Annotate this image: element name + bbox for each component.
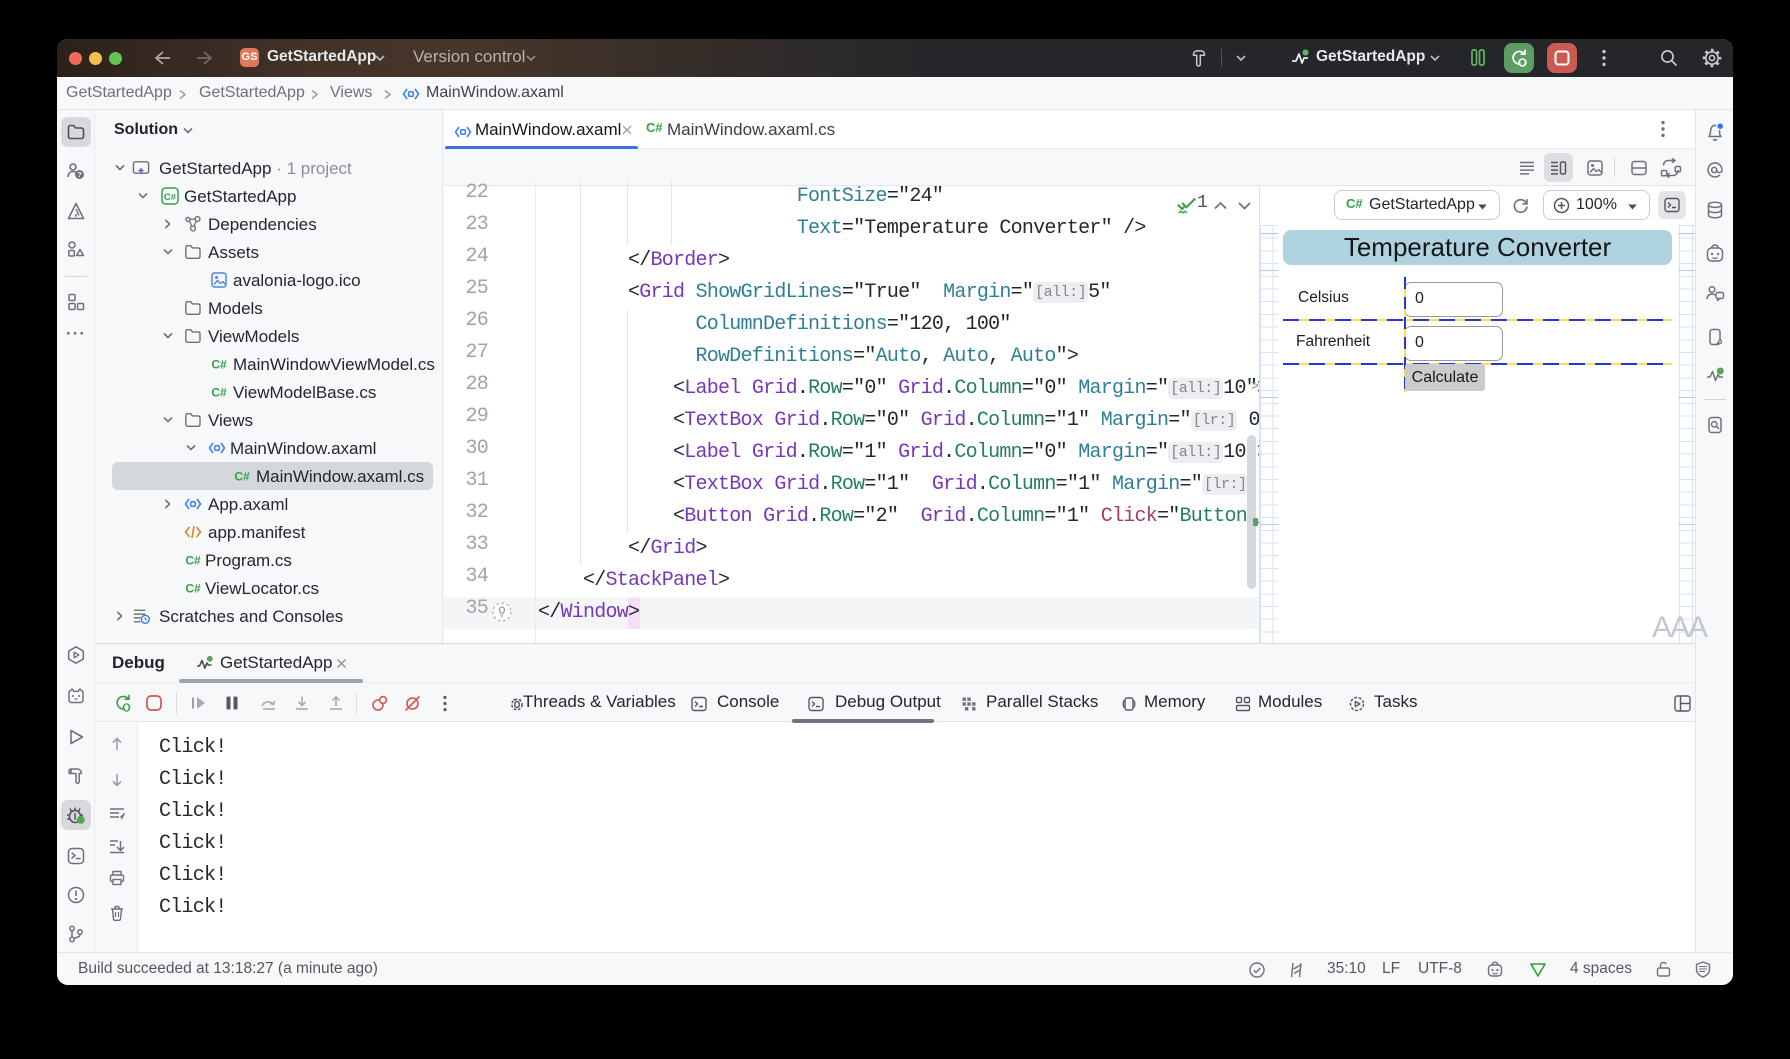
svg-text:C#: C# [164,192,177,203]
svg-text:C#: C# [211,358,227,372]
svg-text:C#: C# [211,386,227,400]
svg-text:C#: C# [185,554,201,568]
svg-text:C#: C# [185,582,201,596]
svg-text:C#: C# [234,470,250,484]
svg-text:?: ? [77,170,82,179]
